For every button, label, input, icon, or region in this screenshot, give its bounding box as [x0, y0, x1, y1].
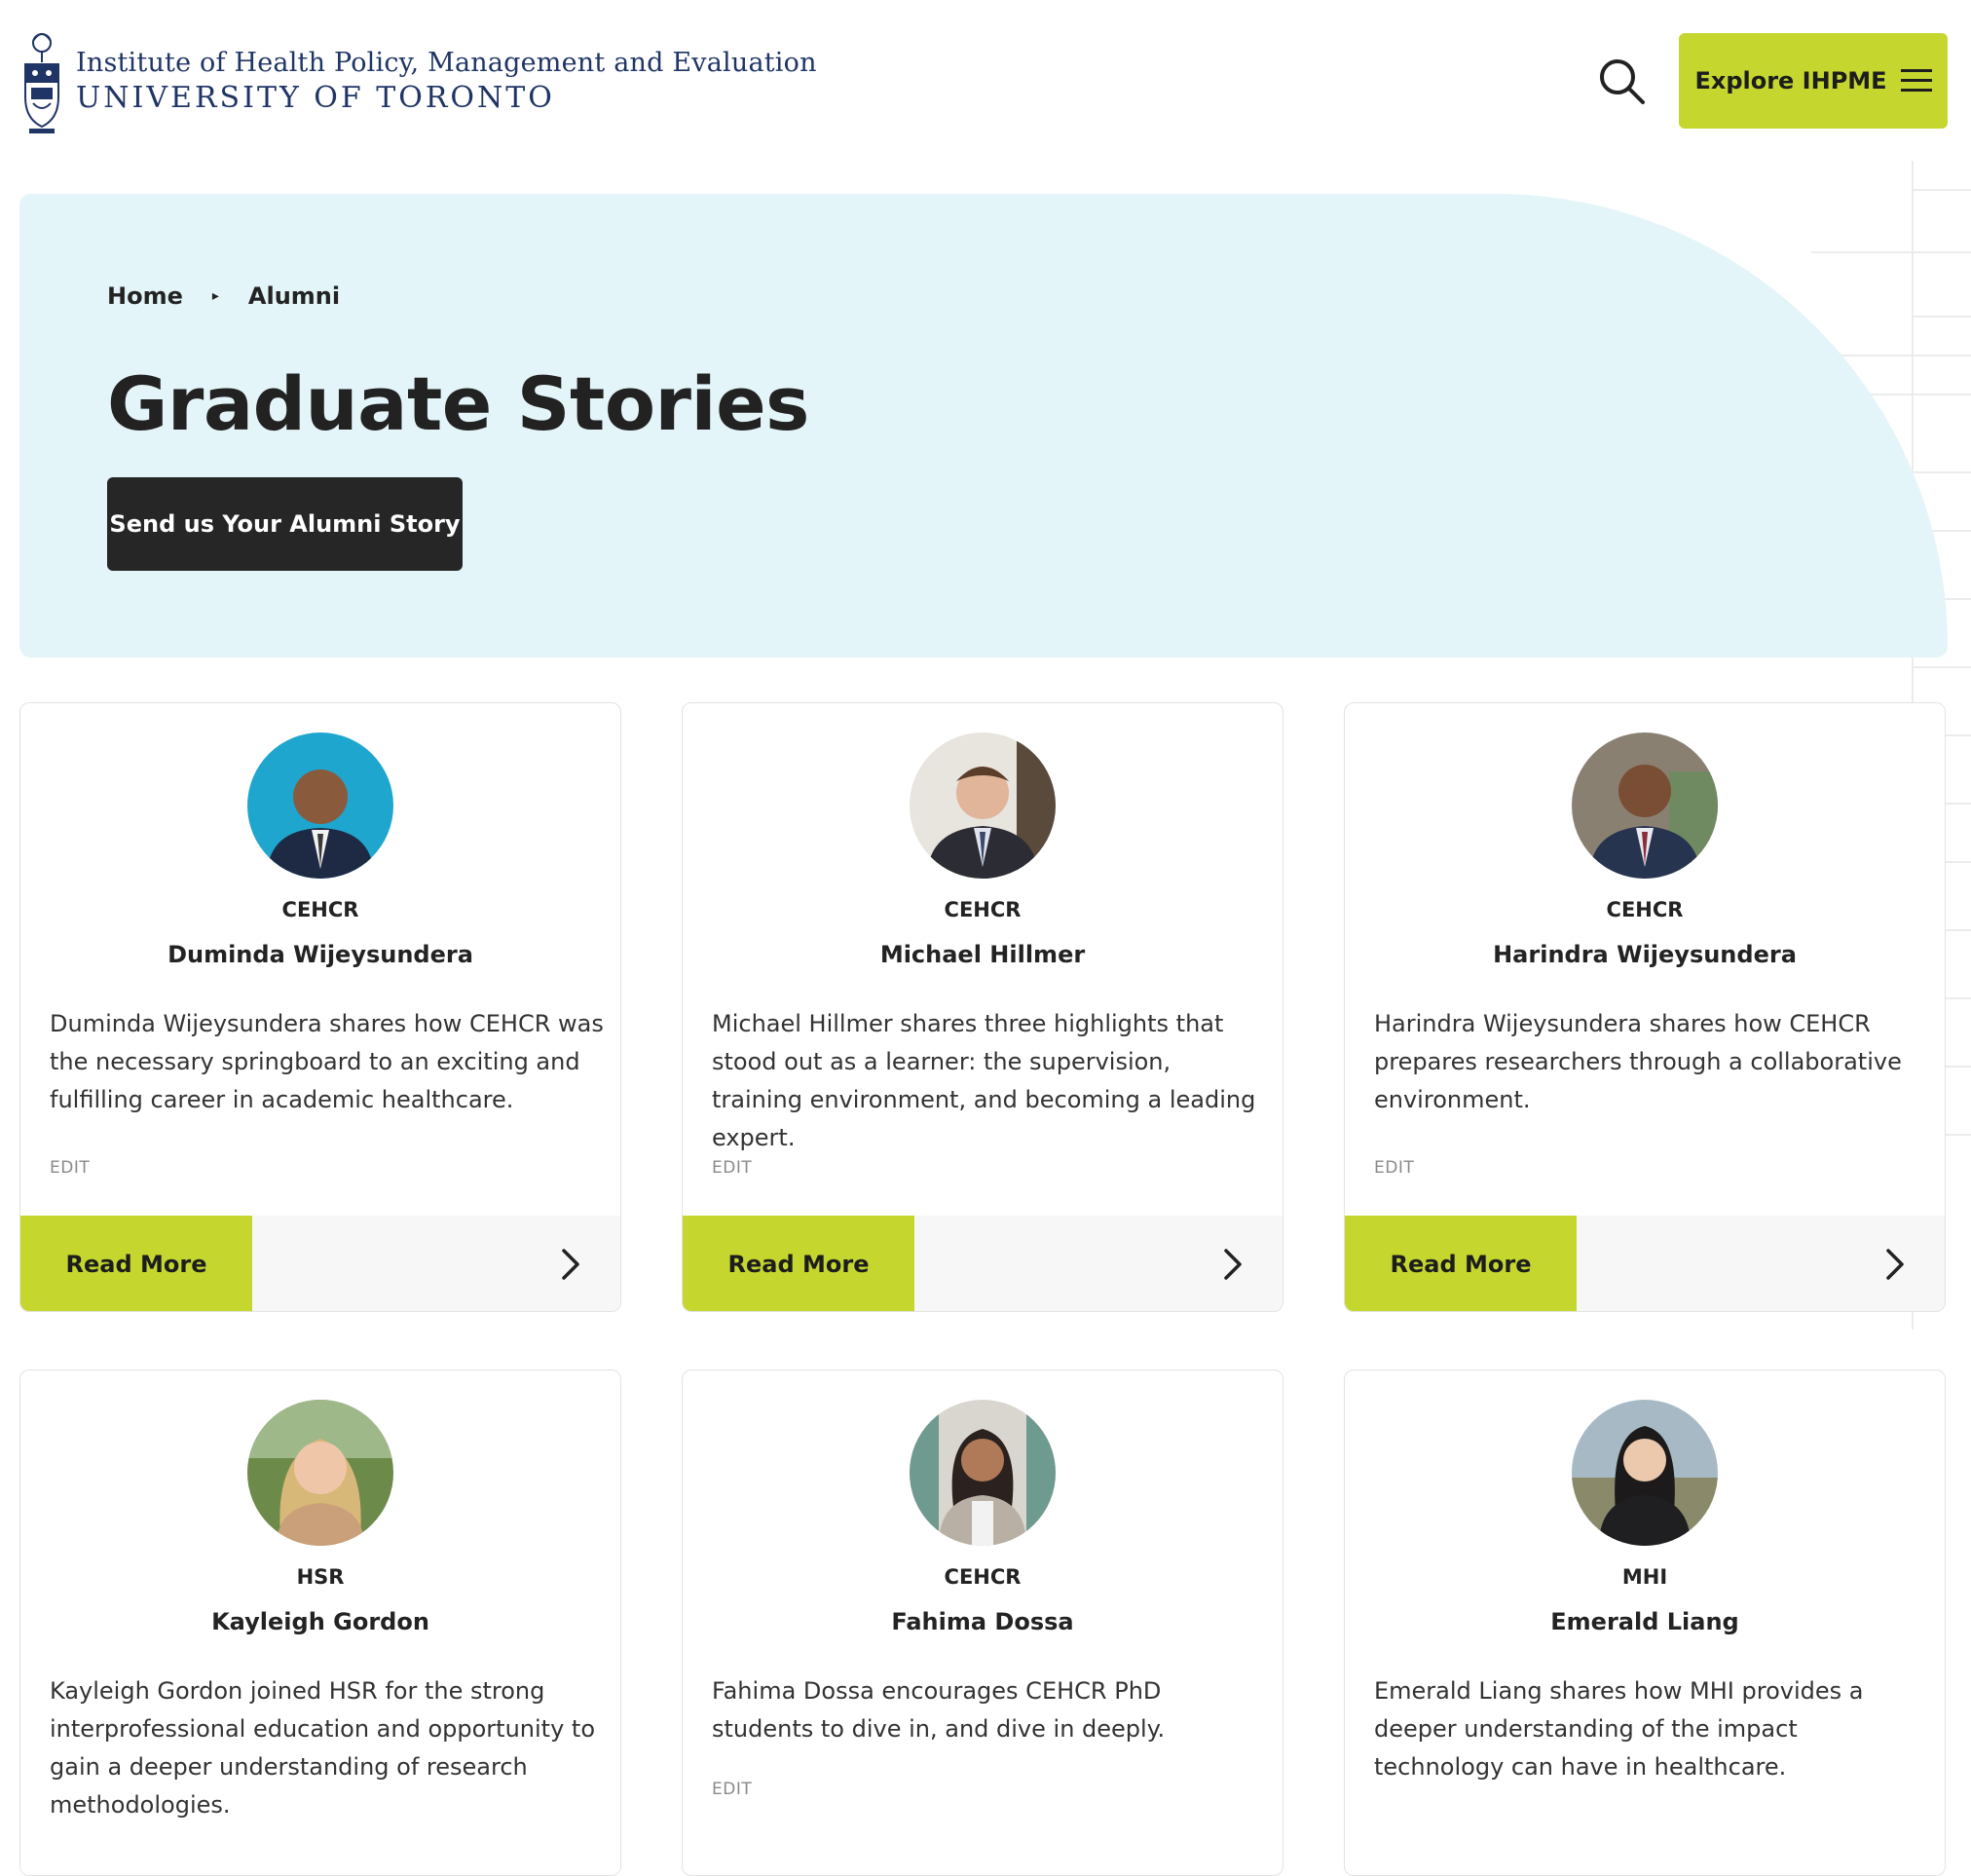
card-footer: Read More [683, 1216, 1283, 1311]
breadcrumb-current[interactable]: Alumni [248, 282, 340, 310]
story-card: HSR Kayleigh Gordon Kayleigh Gordon join… [19, 1369, 621, 1876]
story-card: CEHCR Harindra Wijeysundera Harindra Wij… [1344, 702, 1946, 1312]
institute-name: Institute of Health Policy, Management a… [76, 48, 817, 78]
story-description: Harindra Wijeysundera shares how CEHCR p… [1374, 1010, 1902, 1113]
story-description: Duminda Wijeysundera shares how CEHCR wa… [50, 1010, 604, 1113]
story-description: Fahima Dossa encourages CEHCR PhD studen… [712, 1677, 1166, 1743]
card-footer: Read More [20, 1216, 620, 1311]
read-more-button[interactable]: Read More [20, 1216, 252, 1311]
program-label: CEHCR [944, 898, 1022, 921]
hamburger-icon [1900, 69, 1932, 92]
search-button[interactable] [1597, 56, 1648, 107]
program-label: CEHCR [944, 1565, 1022, 1589]
search-icon [1600, 59, 1645, 104]
university-name: UNIVERSITY OF TORONTO [76, 81, 555, 115]
edit-link[interactable]: EDIT [50, 1158, 90, 1178]
avatar [910, 732, 1056, 879]
story-card: CEHCR Duminda Wijeysundera Duminda Wijey… [19, 702, 621, 1312]
avatar [1572, 1400, 1718, 1546]
breadcrumb: Home ▸ Alumni [107, 282, 340, 310]
send-alumni-story-button[interactable]: Send us Your Alumni Story [107, 477, 463, 571]
program-label: CEHCR [281, 898, 359, 921]
alumni-name: Duminda Wijeysundera [167, 941, 473, 968]
alumni-name: Harindra Wijeysundera [1493, 941, 1797, 968]
avatar [1572, 732, 1718, 879]
edit-link[interactable]: EDIT [712, 1158, 752, 1178]
read-more-button[interactable]: Read More [683, 1216, 914, 1311]
story-description: Michael Hillmer shares three highlights … [712, 1010, 1256, 1151]
story-description: Kayleigh Gordon joined HSR for the stron… [50, 1677, 596, 1819]
avatar [247, 732, 393, 879]
edit-link[interactable]: EDIT [1374, 1158, 1414, 1178]
explore-label: Explore IHPME [1694, 67, 1887, 94]
page-title: Graduate Stories [107, 360, 809, 447]
explore-menu-button[interactable]: Explore IHPME [1679, 33, 1948, 129]
university-crest-icon [24, 33, 59, 133]
chevron-right-icon[interactable] [1214, 1247, 1249, 1282]
alumni-name: Emerald Liang [1550, 1608, 1739, 1635]
story-card: CEHCR Fahima Dossa Fahima Dossa encourag… [682, 1369, 1283, 1876]
story-card: MHI Emerald Liang Emerald Liang shares h… [1344, 1369, 1946, 1876]
alumni-name: Fahima Dossa [891, 1608, 1074, 1635]
program-label: HSR [296, 1565, 345, 1589]
alumni-name: Michael Hillmer [879, 941, 1086, 968]
alumni-name: Kayleigh Gordon [211, 1608, 429, 1635]
read-more-button[interactable]: Read More [1345, 1216, 1577, 1311]
program-label: MHI [1621, 1565, 1668, 1589]
story-card: CEHCR Michael Hillmer Michael Hillmer sh… [682, 702, 1283, 1312]
breadcrumb-home-link[interactable]: Home [107, 282, 183, 310]
chevron-right-icon[interactable] [552, 1247, 587, 1282]
avatar [910, 1400, 1056, 1546]
edit-link[interactable]: EDIT [712, 1780, 752, 1799]
avatar [247, 1400, 393, 1546]
story-description: Emerald Liang shares how MHI provides a … [1374, 1677, 1864, 1781]
breadcrumb-separator-icon: ▸ [211, 288, 219, 304]
chevron-right-icon[interactable] [1877, 1247, 1912, 1282]
card-footer: Read More [1345, 1216, 1945, 1311]
program-label: CEHCR [1606, 898, 1684, 921]
site-logo[interactable]: Institute of Health Policy, Management a… [19, 27, 817, 136]
